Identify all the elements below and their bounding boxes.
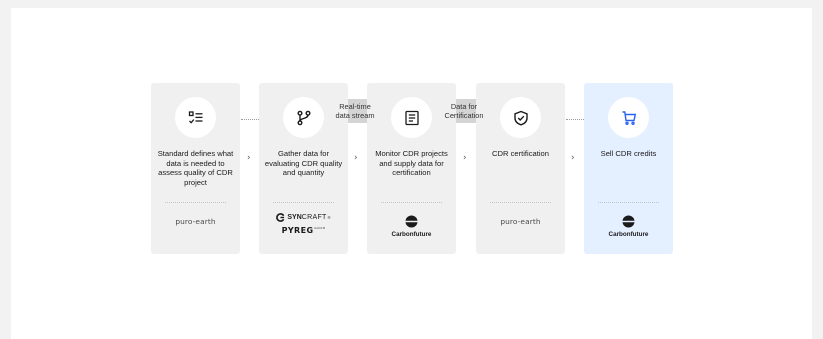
partner-logos: SYN CRAFT ® PYREGGmbH <box>259 211 348 249</box>
partner-logos: Carbonfuture <box>367 211 456 249</box>
step-card-sell: Sell CDR credits Carbonfuture <box>584 83 673 254</box>
carbonfuture-logo: Carbonfuture <box>608 215 649 238</box>
diagram-canvas: Standard defines what data is needed to … <box>11 8 812 339</box>
stream-label-line: Real-time <box>339 102 371 111</box>
pyreg-text: PYREG <box>281 226 314 235</box>
stream-label-line: Certification <box>444 111 484 120</box>
icon-circle <box>283 97 324 138</box>
pyreg-logo: PYREGGmbH <box>282 226 326 235</box>
step-label: Gather data for evaluating CDR quality a… <box>264 149 343 178</box>
dotted-connector-4 <box>566 119 586 120</box>
chevron-right-icon: › <box>354 153 358 163</box>
carbonfuture-text: Carbonfuture <box>608 231 649 238</box>
partner-logos: puro-earth <box>476 211 565 249</box>
shopping-cart-icon <box>622 110 636 125</box>
icon-circle <box>391 97 432 138</box>
chevron-right-icon: › <box>247 153 251 163</box>
syncraft-text-light: CRAFT <box>301 214 327 221</box>
chevron-right-icon: › <box>463 153 467 163</box>
puro-earth-logo: puro-earth <box>500 217 541 226</box>
shield-check-icon <box>513 110 528 126</box>
icon-circle <box>175 97 216 138</box>
stream-label-realtime: Real-time data stream <box>325 102 385 120</box>
card-divider <box>598 202 659 203</box>
partner-logos: Carbonfuture <box>584 211 673 249</box>
step-label: Sell CDR credits <box>600 149 657 158</box>
card-divider <box>490 202 551 203</box>
carbonfuture-text: Carbonfuture <box>391 231 432 238</box>
stream-label-line: data stream <box>335 111 375 120</box>
pyreg-suffix: GmbH <box>314 226 326 231</box>
card-divider <box>165 202 226 203</box>
puro-earth-logo: puro-earth <box>175 217 216 226</box>
git-branch-icon <box>297 110 310 125</box>
card-divider <box>273 202 334 203</box>
step-label: Standard defines what data is needed to … <box>157 149 234 187</box>
carbonfuture-mark-icon <box>621 215 635 228</box>
step-label: Monitor CDR projects and supply data for… <box>375 149 448 178</box>
dotted-connector-1 <box>241 119 261 120</box>
registered-mark: ® <box>327 215 331 220</box>
stream-label-certification: Data for Certification <box>434 102 494 120</box>
stream-label-line: Data for <box>450 102 478 111</box>
step-label: CDR certification <box>492 149 549 158</box>
step-card-standard: Standard defines what data is needed to … <box>151 83 240 254</box>
chevron-right-icon: › <box>571 153 575 163</box>
document-list-icon <box>404 110 419 125</box>
carbonfuture-mark-icon <box>404 215 418 228</box>
partner-logos: puro-earth <box>151 211 240 249</box>
card-divider <box>381 202 442 203</box>
syncraft-logo: SYN CRAFT ® <box>276 213 331 222</box>
syncraft-mark-icon <box>276 213 285 222</box>
icon-circle <box>500 97 541 138</box>
carbonfuture-logo: Carbonfuture <box>391 215 432 238</box>
syncraft-text-bold: SYN <box>287 214 302 221</box>
icon-circle <box>608 97 649 138</box>
checklist-icon <box>188 110 202 124</box>
